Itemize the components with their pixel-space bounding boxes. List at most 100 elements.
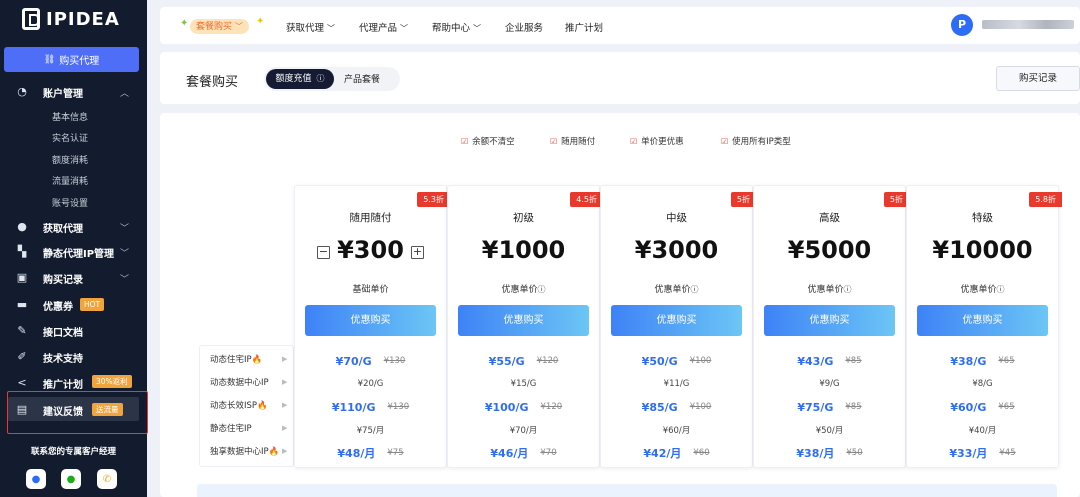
plan-name: 特级 xyxy=(972,212,993,224)
sparkle-icon: ✦ xyxy=(256,16,265,27)
top-bar: ✦ 套餐购买 ﹀ ✦ 获取代理 ﹀ 代理产品 ﹀ 帮助中心 ﹀ 企业服务 推广计… xyxy=(160,7,1080,44)
chevron-down-icon: ﹀ xyxy=(120,223,130,234)
tab-quota-recharge[interactable]: 额度充值 ⓘ xyxy=(266,69,334,89)
price-row: ¥42/月 ¥60 xyxy=(601,442,752,464)
chevron-up-icon: ︿ xyxy=(120,88,130,99)
tab-product-package[interactable]: 产品套餐 xyxy=(344,72,380,85)
row-label: 动态数据中心IP xyxy=(210,378,269,388)
increase-button[interactable]: + xyxy=(411,246,424,259)
original-price: ¥50 xyxy=(846,448,863,458)
buy-plan-button[interactable]: 优惠购买 xyxy=(458,305,589,336)
original-price: ¥85 xyxy=(845,356,862,366)
sidebar-sub-basic-info[interactable]: 基本信息 xyxy=(52,110,88,123)
sidebar-item-referral[interactable]: < 推广计划 30%返利 xyxy=(0,375,147,391)
sidebar-sub-verification[interactable]: 实名认证 xyxy=(52,131,88,144)
unit-price: ¥75/G xyxy=(797,400,834,414)
price-row: ¥11/G xyxy=(601,373,752,395)
sidebar-sub-quota-usage[interactable]: 额度消耗 xyxy=(52,153,88,166)
sidebar-item-purchase-records[interactable]: ▣ 购买记录 ﹀ xyxy=(0,270,147,286)
qq-button[interactable]: ● xyxy=(26,469,46,489)
share-icon: < xyxy=(17,376,27,389)
info-icon: ⓘ xyxy=(316,74,325,83)
price-row: ¥55/G ¥120 xyxy=(448,350,599,372)
sidebar-item-tech-support[interactable]: ✐ 技术支持 xyxy=(0,349,147,365)
price-row: ¥75/G ¥85 xyxy=(754,396,905,418)
plan-name: 高级 xyxy=(819,212,840,224)
unit-price: ¥60/G xyxy=(950,400,987,414)
buy-plan-button[interactable]: 优惠购买 xyxy=(611,305,742,336)
sidebar-item-feedback[interactable]: ▤ 建议反馈 送流量 xyxy=(0,402,147,418)
sidebar-item-static-proxy[interactable]: ▚ 静态代理IP管理 ﹀ xyxy=(0,244,147,260)
chevron-down-icon: ﹀ xyxy=(400,24,409,33)
wechat-button[interactable]: ● xyxy=(61,469,81,489)
price-row: ¥100/G ¥120 xyxy=(448,396,599,418)
phone-button[interactable]: ✆ xyxy=(97,469,117,489)
help-icon: ⓘ xyxy=(843,285,852,294)
sidebar-item-account[interactable]: ◔ 账户管理 ︿ xyxy=(0,84,147,100)
nav-enterprise[interactable]: 企业服务 xyxy=(505,20,543,34)
nav-referral[interactable]: 推广计划 xyxy=(565,20,603,34)
original-price: ¥60 xyxy=(693,448,710,458)
unit-price: ¥8/G xyxy=(972,379,993,389)
buy-plan-button[interactable]: 优惠购买 xyxy=(305,305,436,336)
unit-price: ¥38/G xyxy=(950,354,987,368)
price-row: ¥110/G ¥130 xyxy=(295,396,446,418)
avatar[interactable]: P xyxy=(951,14,973,36)
nav-proxy-products[interactable]: 代理产品 ﹀ xyxy=(359,20,408,34)
sidebar-item-api-docs[interactable]: ✎ 接口文档 xyxy=(0,323,147,339)
nav-get-proxy[interactable]: 获取代理 ﹀ xyxy=(286,20,335,34)
original-price: ¥120 xyxy=(540,402,563,412)
plan-card: 5折 高级 ¥5000 优惠单价ⓘ 优惠购买 ¥43/G ¥85 ¥9/G ¥75/G ¥85 ¥5… xyxy=(753,185,909,468)
feature-item: ☑ 余额不清空 xyxy=(461,137,515,147)
sidebar-item-coupons[interactable]: ▬ 优惠券 HOT xyxy=(0,297,147,313)
feature-item: ☑ 随用随付 xyxy=(550,137,596,147)
chevron-down-icon: ﹀ xyxy=(327,24,336,33)
sidebar-sub-account-settings[interactable]: 账号设置 xyxy=(52,196,88,209)
price-row: ¥20/G xyxy=(295,373,446,395)
traffic-badge: 送流量 xyxy=(92,403,123,416)
price-row: ¥60/月 xyxy=(601,419,752,441)
feature-item: ☑ 使用所有IP类型 xyxy=(721,137,791,147)
tab-switch: 额度充值 ⓘ 产品套餐 xyxy=(264,67,400,91)
arrow-right-icon: ▶ xyxy=(282,447,288,455)
edit-icon: ✐ xyxy=(17,350,27,363)
rebate-badge: 30%返利 xyxy=(92,375,132,388)
price-row: ¥48/月 ¥75 xyxy=(295,442,446,464)
phone-icon: ✆ xyxy=(102,473,112,485)
price-note: 优惠单价ⓘ xyxy=(654,285,699,295)
proxy-icon: ▚ xyxy=(17,245,27,258)
unit-price: ¥50/G xyxy=(641,354,678,368)
price-note: 基础单价 xyxy=(352,285,389,295)
sidebar-item-get-proxy[interactable]: ● 获取代理 ﹀ xyxy=(0,219,147,235)
user-icon: ● xyxy=(17,220,27,233)
buy-plan-button[interactable]: 优惠购买 xyxy=(764,305,895,336)
link-icon: ⛓ xyxy=(43,54,56,65)
help-icon: ⓘ xyxy=(537,285,546,294)
qq-icon: ● xyxy=(31,473,41,485)
buy-proxy-button[interactable]: ⛓ 购买代理 xyxy=(4,47,139,72)
unit-price: ¥46/月 xyxy=(490,447,529,460)
price-row: ¥70/月 xyxy=(448,419,599,441)
check-icon: ☑ xyxy=(630,137,638,146)
purchase-records-button[interactable]: 购买记录 xyxy=(996,66,1080,91)
plan-price: ¥10000 xyxy=(932,236,1033,264)
unit-price: ¥100/G xyxy=(484,400,529,414)
buy-plan-button[interactable]: 优惠购买 xyxy=(917,305,1048,336)
decrease-button[interactable]: − xyxy=(317,246,330,259)
price-row: ¥33/月 ¥45 xyxy=(907,442,1058,464)
check-icon: ☑ xyxy=(721,137,729,146)
unit-price: ¥85/G xyxy=(641,400,678,414)
sidebar-sub-traffic-usage[interactable]: 流量消耗 xyxy=(52,174,88,187)
logo[interactable]: IPIDEA xyxy=(22,8,120,30)
nav-help-center[interactable]: 帮助中心 ﹀ xyxy=(432,20,481,34)
username-redacted[interactable] xyxy=(982,20,1074,29)
price-row: ¥40/月 xyxy=(907,419,1058,441)
unit-price: ¥55/G xyxy=(488,354,525,368)
chevron-down-icon: ﹀ xyxy=(473,24,482,33)
unit-price: ¥9/G xyxy=(819,379,840,389)
price-row: ¥70/G ¥130 xyxy=(295,350,446,372)
original-price: ¥100 xyxy=(689,402,712,412)
original-price: ¥130 xyxy=(383,356,406,366)
price-row: ¥8/G xyxy=(907,373,1058,395)
package-purchase-pill[interactable]: 套餐购买 ﹀ xyxy=(190,19,249,34)
